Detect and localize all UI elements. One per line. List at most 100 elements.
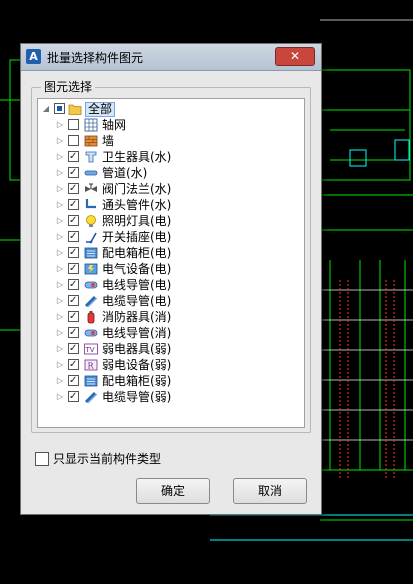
tree-item[interactable]: ▷ 电线导管(消) [38,325,298,341]
tree-item-checkbox[interactable] [68,213,79,229]
tree-root-label[interactable]: 全部 [85,102,116,117]
tree-item-checkbox[interactable] [68,149,79,165]
batch-select-dialog: A 批量选择构件图元 ✕ 图元选择 ◢ 全部 ▷轴网▷墙▷卫生器具(水)▷管道(… [20,43,322,515]
tree-item[interactable]: ▷ 照明灯具(电) [38,213,298,229]
tree-item-label[interactable]: 通头管件(水) [102,197,171,213]
distribution-box-icon [84,247,98,259]
expand-arrow-icon[interactable]: ▷ [56,293,64,309]
dialog-titlebar[interactable]: A 批量选择构件图元 ✕ [21,44,321,71]
tree-item-label[interactable]: 弱电设备(弱) [102,357,171,373]
light-bulb-icon [86,215,96,227]
tree-item-label[interactable]: 管道(水) [102,165,147,181]
tree-item[interactable]: ▷ 电气设备(电) [38,261,298,277]
expand-arrow-icon[interactable]: ▷ [56,149,64,165]
expand-arrow-icon[interactable]: ▷ [56,261,64,277]
expand-arrow-icon[interactable]: ▷ [56,197,64,213]
tree-item[interactable]: ▷ 轴网 [38,117,298,133]
electrical-equipment-icon [84,263,98,275]
tree-item[interactable]: ▷ 阀门法兰(水) [38,181,298,197]
tree-item-label[interactable]: 消防器具(消) [102,309,171,325]
cable-conduit-icon [84,295,98,308]
expand-arrow-icon[interactable]: ▷ [56,213,64,229]
tree-item-label[interactable]: 电缆导管(弱) [102,389,171,405]
tree-item-checkbox[interactable] [68,165,79,181]
only-current-type-label[interactable]: 只显示当前构件类型 [53,450,161,467]
cable-conduit-icon [84,391,98,404]
tree-item-label[interactable]: 开关插座(电) [102,229,171,245]
expand-arrow-icon[interactable]: ▷ [56,357,64,373]
expand-arrow-icon[interactable]: ▷ [56,341,64,357]
tree-item-label[interactable]: 弱电器具(弱) [102,341,171,357]
tree-item[interactable]: ▷ 开关插座(电) [38,229,298,245]
pipe-fitting-icon [85,199,96,209]
tree-item-label[interactable]: 电线导管(消) [102,325,171,341]
expand-arrow-icon[interactable]: ▷ [56,133,64,149]
ok-button[interactable]: 确定 [136,478,210,504]
close-button[interactable]: ✕ [275,47,315,66]
weak-current-device-icon: R [84,359,98,371]
valve-icon [85,183,97,192]
tree-item-checkbox[interactable] [68,261,79,277]
tree-item-label[interactable]: 轴网 [102,117,126,133]
tree-item[interactable]: ▷ 墙 [38,133,298,149]
tv-icon: TV [84,343,98,355]
tree-item[interactable]: ▷ 消防器具(消) [38,309,298,325]
tree-item-checkbox[interactable] [68,119,79,130]
tree-item-checkbox[interactable] [68,135,79,146]
grid-icon [84,118,98,132]
tree-item-checkbox[interactable] [68,357,79,373]
tree-item[interactable]: ▷ 电缆导管(电) [38,293,298,309]
cancel-button[interactable]: 取消 [233,478,307,504]
tree-item-checkbox[interactable] [68,325,79,341]
tree-item-label[interactable]: 照明灯具(电) [102,213,171,229]
tree-item-checkbox[interactable] [68,373,79,389]
tree-item-label[interactable]: 卫生器具(水) [102,149,171,165]
tree-item[interactable]: ▷ 电线导管(电) [38,277,298,293]
collapse-arrow-icon[interactable]: ◢ [42,101,50,117]
tree-item[interactable]: ▷ 电缆导管(弱) [38,389,298,405]
tree-item[interactable]: ▷ TV 弱电器具(弱) [38,341,298,357]
expand-arrow-icon[interactable]: ▷ [56,181,64,197]
tree-item[interactable]: ▷ R 弱电设备(弱) [38,357,298,373]
svg-text:R: R [88,362,95,371]
tree-item-checkbox[interactable] [68,309,79,325]
pipe-icon [84,170,98,176]
tree-item[interactable]: ▷ 卫生器具(水) [38,149,298,165]
expand-arrow-icon[interactable]: ▷ [56,389,64,405]
tree-item-checkbox[interactable] [68,181,79,197]
tree-item-label[interactable]: 墙 [102,133,114,149]
tree-item-label[interactable]: 电气设备(电) [102,261,171,277]
tree-item[interactable]: ▷ 通头管件(水) [38,197,298,213]
tree-item-checkbox[interactable] [68,277,79,293]
tree-item-checkbox[interactable] [68,389,79,405]
tree-root-row[interactable]: ◢ 全部 [38,101,298,117]
tree-item-checkbox[interactable] [68,197,79,213]
app-logo-icon: A [26,49,41,64]
element-tree[interactable]: ◢ 全部 ▷轴网▷墙▷卫生器具(水)▷管道(水)▷阀门法兰(水)▷通头管件(水)… [37,98,305,428]
tree-item-checkbox[interactable] [68,341,79,357]
expand-arrow-icon[interactable]: ▷ [56,325,64,341]
expand-arrow-icon[interactable]: ▷ [56,165,64,181]
distribution-box-icon [84,375,98,387]
only-current-type-checkbox[interactable] [35,452,49,466]
root-checkbox[interactable] [54,103,65,114]
tree-item-label[interactable]: 配电箱柜(弱) [102,373,171,389]
expand-arrow-icon[interactable]: ▷ [56,117,64,133]
tree-item[interactable]: ▷ 管道(水) [38,165,298,181]
tree-item-label[interactable]: 电线导管(电) [102,277,171,293]
fire-equipment-icon [87,311,95,324]
svg-text:TV: TV [85,346,95,354]
expand-arrow-icon[interactable]: ▷ [56,245,64,261]
tree-item-checkbox[interactable] [68,229,79,245]
expand-arrow-icon[interactable]: ▷ [56,229,64,245]
expand-arrow-icon[interactable]: ▷ [56,277,64,293]
expand-arrow-icon[interactable]: ▷ [56,373,64,389]
tree-item[interactable]: ▷ 配电箱柜(电) [38,245,298,261]
tree-item-label[interactable]: 阀门法兰(水) [102,181,171,197]
tree-item-checkbox[interactable] [68,293,79,309]
tree-item[interactable]: ▷ 配电箱柜(弱) [38,373,298,389]
expand-arrow-icon[interactable]: ▷ [56,309,64,325]
tree-item-checkbox[interactable] [68,245,79,261]
tree-item-label[interactable]: 电缆导管(电) [102,293,171,309]
tree-item-label[interactable]: 配电箱柜(电) [102,245,171,261]
